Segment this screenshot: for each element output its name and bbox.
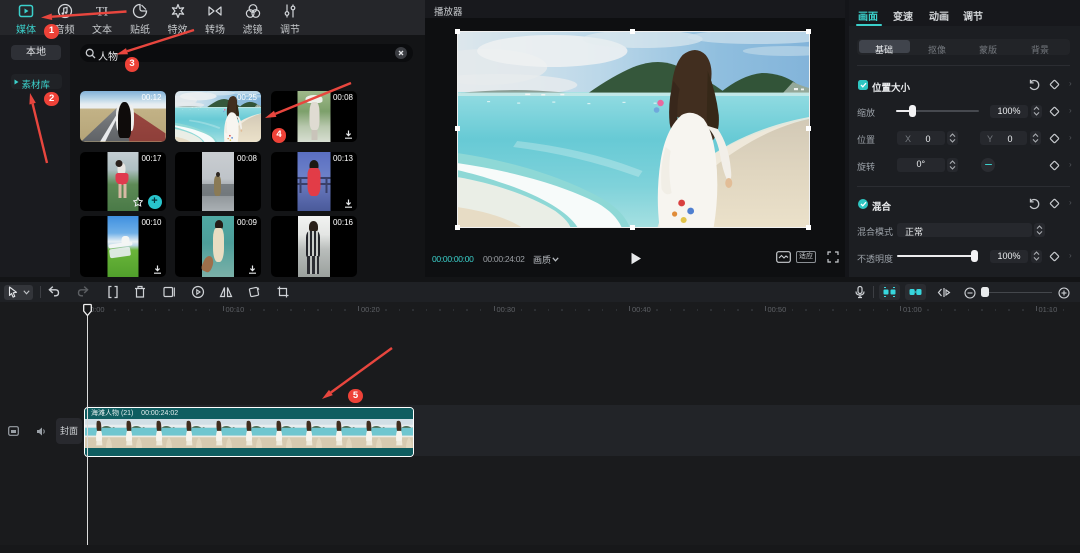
svg-text:TI: TI — [96, 4, 108, 19]
